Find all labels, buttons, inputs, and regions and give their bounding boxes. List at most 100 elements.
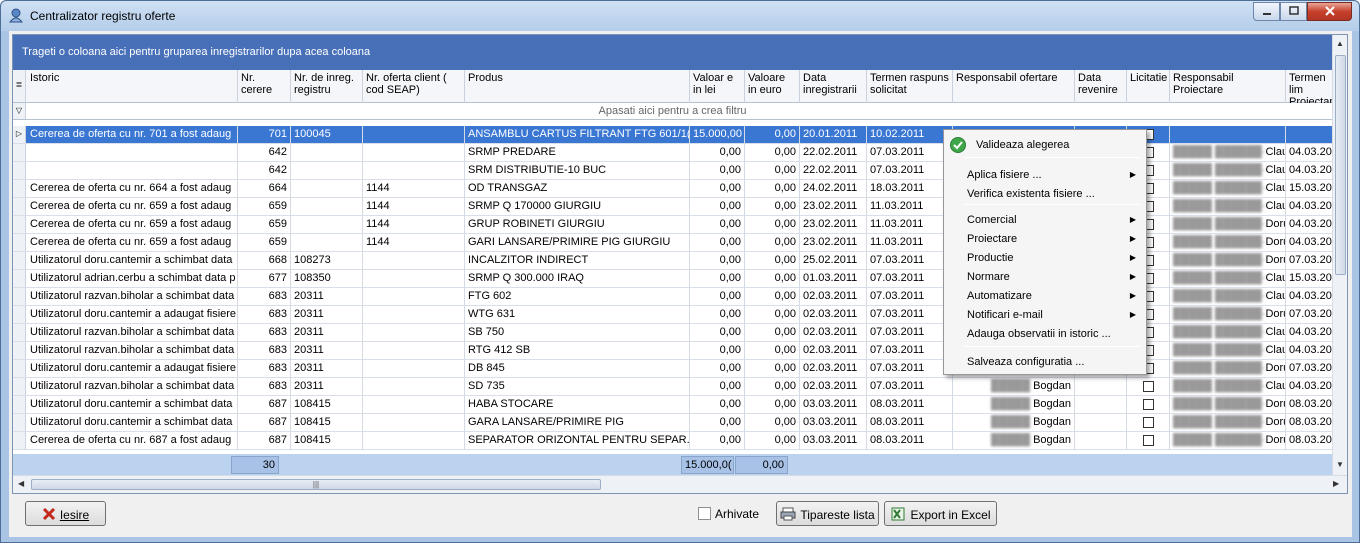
cell-val-lei[interactable]: 0,00 <box>690 144 745 162</box>
cell-val-lei[interactable]: 0,00 <box>690 396 745 414</box>
maximize-button[interactable] <box>1280 2 1307 21</box>
cell-istoric[interactable]: Utilizatorul adrian.cerbu a schimbat dat… <box>27 270 238 288</box>
cell-nr-oferta[interactable] <box>363 306 465 324</box>
cell-nr-cerere[interactable]: 683 <box>238 342 291 360</box>
cell-resp-proiectare[interactable]: █████ ██████-Doru <box>1170 396 1286 414</box>
cell-termen[interactable]: 10.02.2011 <box>867 126 953 144</box>
cell-data-inreg[interactable]: 24.02.2011 <box>800 180 867 198</box>
cell-nr-inreg[interactable]: 20311 <box>291 378 363 396</box>
row-indicator[interactable] <box>13 234 26 251</box>
cell-val-euro[interactable]: 0,00 <box>745 432 800 450</box>
menu-item[interactable]: Productie ▶ <box>946 249 1144 268</box>
cell-nr-oferta[interactable]: 1144 <box>363 180 465 198</box>
cell-produs[interactable]: SRMP PREDARE <box>465 144 690 162</box>
cell-nr-cerere[interactable]: 659 <box>238 198 291 216</box>
cell-val-lei[interactable]: 0,00 <box>690 414 745 432</box>
vertical-scroll-thumb[interactable] <box>1335 55 1346 275</box>
cell-val-euro[interactable]: 0,00 <box>745 288 800 306</box>
cell-istoric[interactable] <box>27 144 238 162</box>
cell-resp-proiectare[interactable]: █████ ██████-Doru <box>1170 360 1286 378</box>
column-header[interactable]: Responsabil Proiectare <box>1170 70 1286 103</box>
cell-nr-oferta[interactable] <box>363 162 465 180</box>
cell-resp-proiectare[interactable]: █████ ██████-Claudiu <box>1170 342 1286 360</box>
cell-val-lei[interactable]: 0,00 <box>690 180 745 198</box>
cell-termen[interactable]: 07.03.2011 <box>867 144 953 162</box>
cell-produs[interactable]: RTG 412 SB <box>465 342 690 360</box>
column-header[interactable]: Licitatie <box>1127 70 1170 103</box>
cell-val-lei[interactable]: 0,00 <box>690 216 745 234</box>
row-indicator[interactable] <box>13 396 26 413</box>
cell-produs[interactable]: SRM DISTRIBUTIE-10 BUC <box>465 162 690 180</box>
horizontal-scroll-thumb[interactable]: ||| <box>31 479 601 490</box>
cell-data-inreg[interactable]: 23.02.2011 <box>800 216 867 234</box>
cell-resp-proiectare[interactable]: █████ ██████-Doru <box>1170 414 1286 432</box>
cell-nr-oferta[interactable] <box>363 270 465 288</box>
cell-nr-cerere[interactable]: 677 <box>238 270 291 288</box>
filter-row[interactable]: ▽ Apasati aici pentru a crea filtru <box>13 103 1332 120</box>
cell-val-lei[interactable]: 0,00 <box>690 162 745 180</box>
cell-termen[interactable]: 07.03.2011 <box>867 360 953 378</box>
cell-istoric[interactable]: Utilizatorul doru.cantemir a schimbat da… <box>27 396 238 414</box>
cell-val-euro[interactable]: 0,00 <box>745 306 800 324</box>
cell-data-inreg[interactable]: 03.03.2011 <box>800 414 867 432</box>
cell-val-euro[interactable]: 0,00 <box>745 252 800 270</box>
cell-val-euro[interactable]: 0,00 <box>745 234 800 252</box>
menu-item[interactable]: Comercial ▶ <box>946 211 1144 230</box>
cell-nr-inreg[interactable] <box>291 180 363 198</box>
column-header[interactable]: Nr. cerere <box>238 70 291 103</box>
row-indicator[interactable] <box>13 216 26 233</box>
cell-nr-cerere[interactable]: 642 <box>238 162 291 180</box>
cell-nr-inreg[interactable]: 108415 <box>291 396 363 414</box>
cell-val-lei[interactable]: 0,00 <box>690 378 745 396</box>
cell-nr-oferta[interactable] <box>363 288 465 306</box>
cell-resp-proiectare[interactable] <box>1170 126 1286 144</box>
cell-data-inreg[interactable]: 02.03.2011 <box>800 378 867 396</box>
cell-termen[interactable]: 11.03.2011 <box>867 198 953 216</box>
cell-nr-oferta[interactable] <box>363 432 465 450</box>
row-indicator[interactable] <box>13 270 26 287</box>
cell-resp-ofertare[interactable]: █████ Bogdan <box>953 414 1075 432</box>
cell-val-lei[interactable]: 0,00 <box>690 270 745 288</box>
cell-data-revenire[interactable] <box>1075 414 1127 432</box>
licitatie-checkbox[interactable] <box>1142 381 1154 392</box>
close-button[interactable] <box>1307 2 1352 21</box>
column-header[interactable]: Istoric <box>27 70 238 103</box>
cell-nr-oferta[interactable]: 1144 <box>363 198 465 216</box>
cell-istoric[interactable] <box>27 162 238 180</box>
cell-val-lei[interactable]: 0,00 <box>690 234 745 252</box>
cell-data-revenire[interactable] <box>1075 396 1127 414</box>
cell-istoric[interactable]: Utilizatorul doru.cantemir a schimbat da… <box>27 414 238 432</box>
cell-termen[interactable]: 11.03.2011 <box>867 234 953 252</box>
menu-item[interactable]: Aplica fisiere ... ▶ <box>946 166 1144 185</box>
column-header[interactable]: Termen raspuns solicitat <box>867 70 953 103</box>
row-indicator[interactable] <box>13 324 26 341</box>
column-header[interactable]: Valoare in euro <box>745 70 800 103</box>
menu-item[interactable]: Salveaza configuratia ... <box>946 353 1144 372</box>
cell-nr-inreg[interactable] <box>291 198 363 216</box>
cell-produs[interactable]: SRMP Q 300.000 IRAQ <box>465 270 690 288</box>
cell-val-lei[interactable]: 0,00 <box>690 198 745 216</box>
cell-nr-oferta[interactable] <box>363 126 465 144</box>
cell-data-inreg[interactable]: 02.03.2011 <box>800 342 867 360</box>
cell-istoric[interactable]: Cererea de oferta cu nr. 664 a fost adau… <box>27 180 238 198</box>
licitatie-cell[interactable] <box>1127 378 1170 396</box>
cell-produs[interactable]: INCALZITOR INDIRECT <box>465 252 690 270</box>
cell-nr-inreg[interactable] <box>291 144 363 162</box>
cell-val-euro[interactable]: 0,00 <box>745 396 800 414</box>
column-header[interactable]: Data inregistrarii <box>800 70 867 103</box>
cell-nr-inreg[interactable] <box>291 234 363 252</box>
cell-produs[interactable]: SRMP Q 170000 GIURGIU <box>465 198 690 216</box>
cell-data-inreg[interactable]: 25.02.2011 <box>800 252 867 270</box>
licitatie-cell[interactable] <box>1127 432 1170 450</box>
cell-nr-cerere[interactable]: 687 <box>238 414 291 432</box>
cell-val-lei[interactable]: 15.000,00 <box>690 126 745 144</box>
cell-resp-proiectare[interactable]: █████ ██████-Doru <box>1170 216 1286 234</box>
cell-nr-oferta[interactable]: 1144 <box>363 234 465 252</box>
cell-val-euro[interactable]: 0,00 <box>745 216 800 234</box>
print-list-button[interactable]: Tipareste lista <box>776 501 879 526</box>
cell-resp-proiectare[interactable]: █████ ██████-Claudiu <box>1170 378 1286 396</box>
cell-val-euro[interactable]: 0,00 <box>745 126 800 144</box>
cell-nr-oferta[interactable] <box>363 396 465 414</box>
export-excel-button[interactable]: Export in Excel <box>884 501 997 526</box>
cell-termen[interactable]: 07.03.2011 <box>867 162 953 180</box>
